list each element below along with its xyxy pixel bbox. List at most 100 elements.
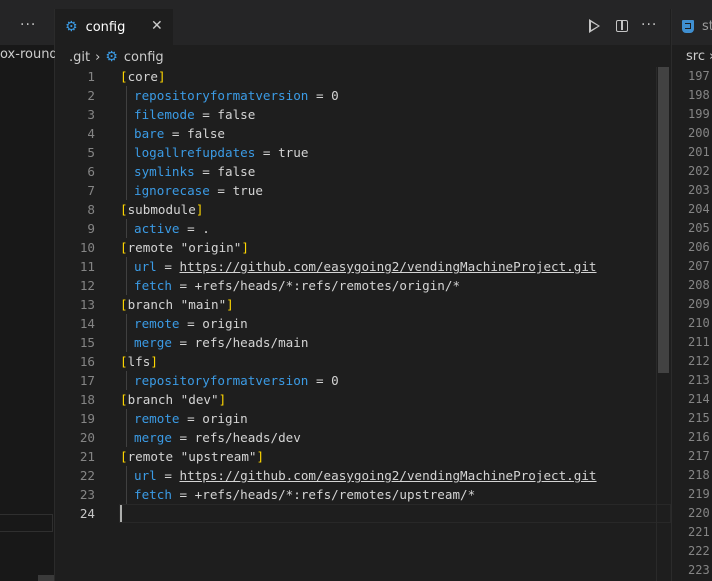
code-line[interactable]: 7 ignorecase = true — [55, 181, 670, 200]
right-breadcrumb[interactable]: src › — [686, 49, 712, 64]
breadcrumb-item-config[interactable]: config — [124, 50, 164, 65]
code-line[interactable]: 2 repositoryformatversion = 0 — [55, 86, 670, 105]
code-line[interactable]: 23 fetch = +refs/heads/*:refs/remotes/ups… — [55, 485, 670, 504]
right-line-number: 220 — [688, 506, 710, 520]
code-line[interactable]: 22 url = https://github.com/easygoing2/ve… — [55, 466, 670, 485]
right-line-number: 198 — [688, 88, 710, 102]
config-key: fetch — [134, 487, 172, 502]
line-text: [submodule] — [120, 200, 203, 219]
code-editor[interactable]: 1 [core] 2 repositoryformatversion = 0 3 file… — [55, 67, 671, 523]
main-editor-group: ⚙ config ✕ ··· .git › ⚙ config 1 [core] 2 r… — [55, 9, 671, 581]
code-line[interactable]: 1 [core] — [55, 67, 670, 86]
config-key: remote — [134, 411, 180, 426]
equals-sign: = — [308, 373, 332, 388]
line-text: fetch = +refs/heads/*:refs/remotes/upstr… — [134, 485, 475, 504]
code-line[interactable]: 10 [remote "origin"] — [55, 238, 670, 257]
equals-sign: = — [171, 487, 195, 502]
indent-guide — [126, 409, 127, 428]
code-line[interactable]: 15 merge = refs/heads/main — [55, 333, 670, 352]
section-bracket-open: [ — [120, 202, 128, 217]
right-line-numbers: 197 198 199 200 201 202 203 204 205 206 207 208 209 2… — [688, 67, 710, 580]
url-link[interactable]: https://github.com/easygoing2/vendingMac… — [180, 259, 597, 274]
code-line[interactable]: 11 url = https://github.com/easygoing2/ve… — [55, 257, 670, 276]
config-value: 0 — [331, 88, 339, 103]
css-file-icon — [682, 20, 694, 33]
line-number: 5 — [87, 145, 95, 160]
line-number: 9 — [87, 221, 95, 236]
tab-config[interactable]: ⚙ config ✕ — [55, 9, 173, 45]
code-line[interactable]: 14 remote = origin — [55, 314, 670, 333]
right-line-number: 211 — [688, 335, 710, 349]
code-line[interactable]: 8 [submodule] — [55, 200, 670, 219]
line-number: 23 — [79, 487, 95, 502]
line-number: 21 — [79, 449, 95, 464]
equals-sign: = — [209, 183, 233, 198]
vertical-scrollbar-thumb[interactable] — [658, 67, 669, 373]
url-link[interactable]: https://github.com/easygoing2/vendingMac… — [180, 468, 597, 483]
left-editor-group: ··· ox-round — [0, 9, 58, 581]
more-actions-button[interactable]: ··· — [641, 17, 657, 33]
line-text: merge = refs/heads/dev — [134, 428, 301, 447]
equals-sign: = — [156, 259, 180, 274]
indent-guide — [126, 86, 127, 105]
line-text: symlinks = false — [134, 162, 255, 181]
code-line[interactable]: 4 bare = false — [55, 124, 670, 143]
line-text: remote = origin — [134, 409, 248, 428]
code-line[interactable]: 17 repositoryformatversion = 0 — [55, 371, 670, 390]
section-bracket-close: ] — [218, 392, 227, 407]
line-number: 24 — [79, 506, 95, 521]
config-key: ignorecase — [134, 183, 210, 198]
equals-sign: = — [179, 411, 203, 426]
line-number: 3 — [87, 107, 95, 122]
breadcrumb-item-git[interactable]: .git — [69, 50, 90, 65]
code-line[interactable]: 24 — [55, 504, 671, 523]
right-line-number: 223 — [688, 563, 710, 577]
left-more-actions-button[interactable]: ··· — [20, 17, 36, 33]
code-line[interactable]: 5 logallrefupdates = true — [55, 143, 670, 162]
code-line[interactable]: 13 [branch "main"] — [55, 295, 670, 314]
right-line-number: 205 — [688, 221, 710, 235]
indent-guide — [126, 143, 127, 162]
split-editor-icon[interactable] — [616, 20, 628, 32]
line-number: 2 — [87, 88, 95, 103]
vscode-window: ··· ox-round ⚙ config ✕ ··· .git › ⚙ con… — [0, 0, 712, 581]
play-icon[interactable] — [589, 19, 600, 33]
close-icon[interactable]: ✕ — [151, 18, 163, 34]
section-bracket-close: ] — [150, 354, 158, 369]
equals-sign: = — [171, 335, 195, 350]
section-bracket-open: [ — [120, 297, 128, 312]
code-line[interactable]: 21 [remote "upstream"] — [55, 447, 670, 466]
code-line[interactable]: 3 filemode = false — [55, 105, 670, 124]
right-tab-label[interactable]: st — [702, 19, 712, 34]
indent-guide — [126, 276, 127, 295]
code-line[interactable]: 18 [branch "dev"] — [55, 390, 670, 409]
code-line[interactable]: 6 symlinks = false — [55, 162, 670, 181]
config-key: merge — [134, 335, 172, 350]
right-line-number: 217 — [688, 449, 710, 463]
left-horizontal-scrollbar[interactable] — [38, 575, 54, 581]
code-line[interactable]: 19 remote = origin — [55, 409, 670, 428]
equals-sign: = — [179, 316, 203, 331]
equals-sign: = — [255, 145, 279, 160]
gear-icon: ⚙ — [105, 49, 118, 65]
indent-guide — [126, 219, 127, 238]
code-line[interactable]: 20 merge = refs/heads/dev — [55, 428, 670, 447]
equals-sign: = — [171, 430, 195, 445]
section-bracket-open: [ — [120, 354, 128, 369]
line-number: 7 — [87, 183, 95, 198]
section-bracket-open: [ — [120, 392, 128, 407]
right-line-number: 201 — [688, 145, 710, 159]
section-name: remote "origin" — [127, 240, 242, 255]
code-line[interactable]: 12 fetch = +refs/heads/*:refs/remotes/ori… — [55, 276, 670, 295]
left-breadcrumb[interactable]: ox-round — [0, 47, 58, 62]
right-editor-group: st src › 197 198 199 200 201 202 203 204 205 206 2… — [671, 9, 712, 581]
indent-guide — [126, 257, 127, 276]
right-line-number: 219 — [688, 487, 710, 501]
indent-guide — [126, 371, 127, 390]
section-bracket-close: ] — [241, 240, 249, 255]
right-line-number: 203 — [688, 183, 710, 197]
code-line[interactable]: 9 active = . — [55, 219, 670, 238]
config-key: logallrefupdates — [134, 145, 256, 160]
code-line[interactable]: 16 [lfs] — [55, 352, 670, 371]
line-text: fetch = +refs/heads/*:refs/remotes/origi… — [134, 276, 460, 295]
